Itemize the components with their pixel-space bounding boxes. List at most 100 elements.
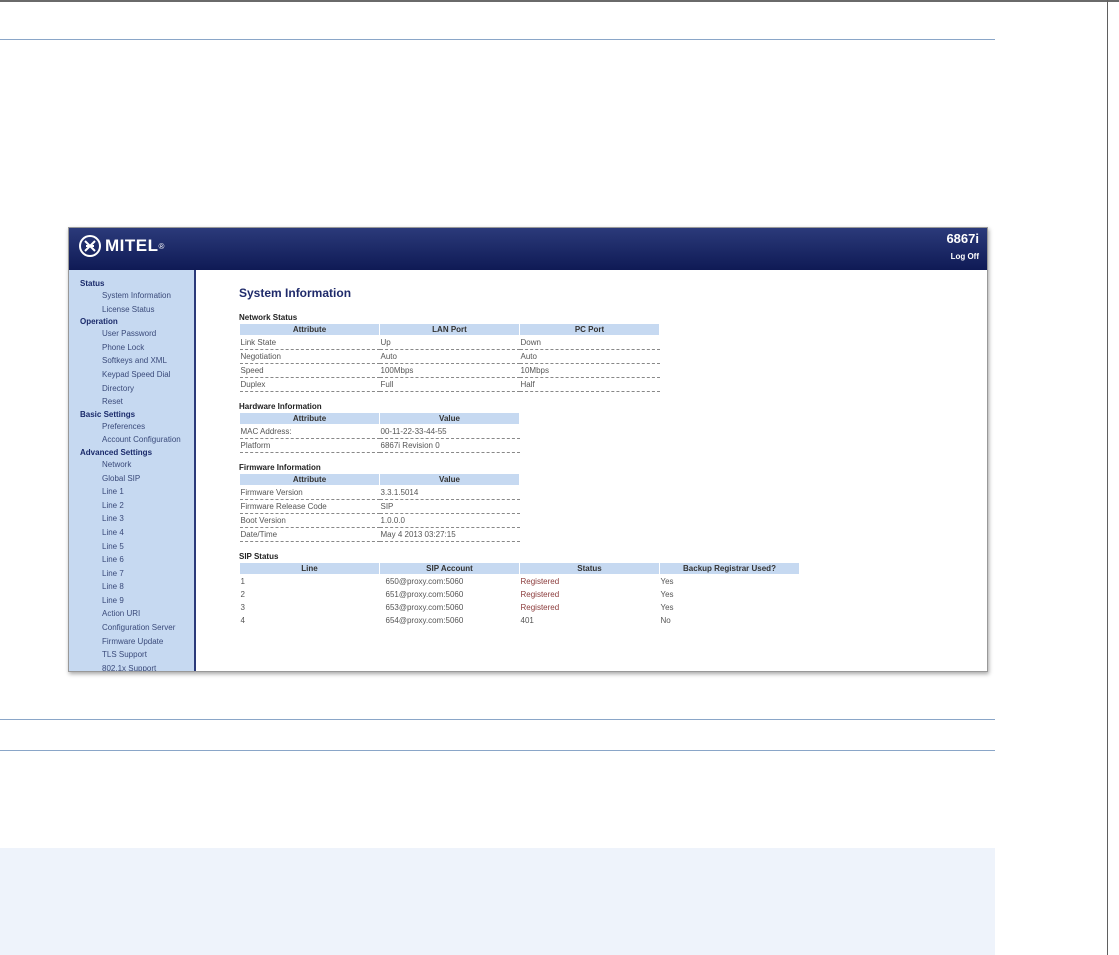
table-cell: 10Mbps [519, 363, 660, 378]
column-header: Value [379, 473, 520, 486]
main-content: System Information Network Status Attrib… [239, 286, 959, 637]
sidebar-item-account-configuration[interactable]: Account Configuration [69, 433, 194, 447]
page-edge-line [1107, 0, 1108, 955]
logo-text: MITEL [105, 236, 159, 255]
sidebar-item-network[interactable]: Network [69, 458, 194, 472]
sidebar-item-line-7[interactable]: Line 7 [69, 567, 194, 581]
sidebar-item-line-3[interactable]: Line 3 [69, 512, 194, 526]
column-header: Backup Registrar Used? [659, 562, 800, 575]
sidebar-section-heading: Basic Settings [80, 409, 136, 419]
sidebar-item-line-9[interactable]: Line 9 [69, 594, 194, 608]
column-header: LAN Port [379, 323, 520, 336]
sidebar-section-heading: Status [80, 279, 105, 288]
phone-model: 6867i [946, 231, 979, 246]
hardware-info-table: Attribute Value MAC Address: 00-11-22-33-4… [239, 412, 520, 453]
firmware-info-title: Firmware Information [239, 463, 321, 472]
table-cell: Auto [379, 349, 520, 364]
table-cell: Registered [520, 590, 560, 599]
table-row: 2 651@proxy.com:5060 Registered Yes [240, 588, 800, 601]
table-row: 3 653@proxy.com:5060 Registered Yes [240, 601, 800, 614]
table-cell: 3 [240, 603, 245, 612]
sidebar-item-line-4[interactable]: Line 4 [69, 526, 194, 540]
sidebar-item-line-2[interactable]: Line 2 [69, 499, 194, 513]
table-cell: Auto [519, 349, 660, 364]
table-cell: MAC Address: [239, 424, 380, 439]
table-header-row: Attribute LAN Port PC Port [239, 323, 660, 336]
table-cell: 401 [520, 616, 534, 625]
sidebar-item-preferences[interactable]: Preferences [69, 420, 194, 434]
table-row: Link State Up Down [239, 335, 660, 350]
table-header-row: Attribute Value [239, 412, 520, 425]
table-cell: Firmware Version [239, 485, 380, 500]
sidebar-item-reset[interactable]: Reset [69, 395, 194, 409]
column-header: PC Port [519, 323, 660, 336]
table-header-row: Attribute Value [239, 473, 520, 486]
table-cell: No [660, 616, 671, 625]
table-row: Negotiation Auto Auto [239, 349, 660, 364]
log-off-link[interactable]: Log Off [951, 252, 979, 261]
column-header: Value [379, 412, 520, 425]
top-rule [0, 0, 1119, 2]
column-header: Status [519, 562, 660, 575]
sidebar-item-license-status[interactable]: License Status [69, 303, 194, 317]
table-cell: 2 [240, 590, 245, 599]
table-row: Firmware Release Code SIP [239, 499, 520, 514]
sidebar-section-heading: Advanced Settings [80, 447, 153, 457]
divider-mid [0, 719, 995, 720]
table-cell: Half [519, 377, 660, 392]
column-header: Attribute [239, 473, 380, 486]
table-row: Speed 100Mbps 10Mbps [239, 363, 660, 378]
sidebar-item-firmware-update[interactable]: Firmware Update [69, 635, 194, 649]
sidebar-item-global-sip[interactable]: Global SIP [69, 472, 194, 486]
table-cell: Boot Version [239, 513, 380, 528]
table-cell: Duplex [239, 377, 380, 392]
column-header: Line [239, 562, 380, 575]
sidebar-item-configuration-server[interactable]: Configuration Server [69, 621, 194, 635]
sidebar-item-user-password[interactable]: User Password [69, 327, 194, 341]
sidebar-item-line-8[interactable]: Line 8 [69, 580, 194, 594]
sidebar-item-softkeys-and-xml[interactable]: Softkeys and XML [69, 354, 194, 368]
table-row: 4 654@proxy.com:5060 401 No [240, 614, 800, 627]
table-cell: Yes [660, 577, 674, 586]
table-cell: Registered [520, 577, 560, 586]
web-ui-screenshot: MITEL ® 6867i Log Off Status System Infor… [68, 227, 988, 672]
table-cell: Platform [239, 438, 380, 453]
hardware-info-title: Hardware Information [239, 402, 322, 411]
sidebar-item-directory[interactable]: Directory [69, 382, 194, 396]
table-cell: 6867i Revision 0 [379, 438, 520, 453]
sidebar-item-phone-lock[interactable]: Phone Lock [69, 341, 194, 355]
table-row: MAC Address: 00-11-22-33-44-55 [239, 424, 520, 439]
sip-status-table: Line SIP Account Status Backup Registrar Us… [239, 562, 800, 627]
column-header: Attribute [239, 412, 380, 425]
sidebar-item-line-5[interactable]: Line 5 [69, 540, 194, 554]
table-cell: Full [379, 377, 520, 392]
sip-status-title: SIP Status [239, 552, 279, 561]
table-row: Duplex Full Half [239, 377, 660, 392]
table-cell: Speed [239, 363, 380, 378]
table-cell: May 4 2013 03:27:15 [379, 527, 520, 542]
table-cell: 654@proxy.com:5060 [385, 616, 464, 625]
page-title: System Information [239, 286, 352, 300]
sidebar-item-keypad-speed-dial[interactable]: Keypad Speed Dial [69, 368, 194, 382]
table-cell: Firmware Release Code [239, 499, 380, 514]
divider-top [0, 39, 995, 40]
table-cell: 653@proxy.com:5060 [385, 603, 464, 612]
table-row: Date/Time May 4 2013 03:27:15 [239, 527, 520, 542]
sidebar-item-802-1x-support[interactable]: 802.1x Support [69, 662, 194, 671]
sidebar-item-system-information[interactable]: System Information [69, 289, 194, 303]
sidebar-item-line-1[interactable]: Line 1 [69, 485, 194, 499]
table-cell: 100Mbps [379, 363, 520, 378]
table-header-row: Line SIP Account Status Backup Registrar Us… [239, 562, 800, 575]
table-cell: 1 [240, 577, 245, 586]
table-cell: Yes [660, 590, 674, 599]
sidebar-item-line-6[interactable]: Line 6 [69, 553, 194, 567]
table-cell: 651@proxy.com:5060 [385, 590, 464, 599]
sidebar-item-tls-support[interactable]: TLS Support [69, 648, 194, 662]
divider-bottom [0, 750, 995, 751]
sidebar-section-heading: Operation [80, 317, 118, 327]
table-cell: Negotiation [239, 349, 380, 364]
table-row: Firmware Version 3.3.1.5014 [239, 485, 520, 500]
table-cell: 650@proxy.com:5060 [385, 577, 464, 586]
mitel-logo-icon [79, 235, 101, 257]
sidebar-item-action-uri[interactable]: Action URI [69, 607, 194, 621]
